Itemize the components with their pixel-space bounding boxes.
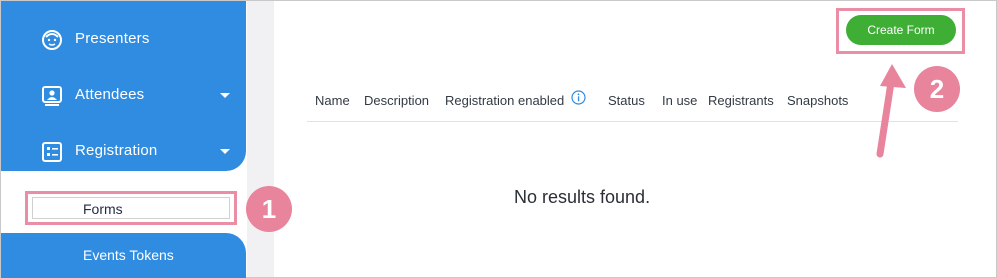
- sidebar-item-attendees[interactable]: Attendees: [1, 75, 246, 115]
- sidebar-subitem-forms[interactable]: Forms: [83, 201, 123, 217]
- annotation-arrow-icon: [876, 64, 906, 158]
- content-gutter: [247, 1, 274, 277]
- column-header-in-use[interactable]: In use: [662, 93, 697, 108]
- face-icon: [42, 30, 62, 50]
- registration-list-icon: [42, 142, 62, 162]
- column-header-registration-enabled[interactable]: Registration enabled: [445, 93, 564, 108]
- column-header-description[interactable]: Description: [364, 93, 429, 108]
- sidebar-item-presenters[interactable]: Presenters: [1, 19, 246, 59]
- empty-state-message: No results found.: [514, 187, 651, 207]
- column-header-status[interactable]: Status: [608, 93, 645, 108]
- forms-highlight-box: [25, 191, 237, 225]
- table-header-divider: [307, 121, 958, 122]
- column-header-snapshots[interactable]: Snapshots: [787, 93, 848, 108]
- sidebar-item-label: Attendees: [75, 86, 145, 103]
- chevron-down-icon[interactable]: [220, 93, 230, 98]
- sidebar-item-registration[interactable]: Registration: [1, 131, 246, 171]
- sidebar-item-label: Presenters: [75, 30, 150, 47]
- create-form-button[interactable]: Create Form: [846, 15, 956, 45]
- info-icon[interactable]: [571, 90, 586, 105]
- forms-selected-frame: [32, 197, 230, 219]
- sidebar-item-label: Registration: [75, 142, 158, 159]
- annotation-badge-1: 1: [246, 186, 292, 232]
- column-header-name[interactable]: Name: [315, 93, 350, 108]
- chevron-down-icon[interactable]: [220, 149, 230, 154]
- sidebar-subitem-events-tokens[interactable]: Events Tokens: [83, 247, 174, 263]
- sidebar: Presenters Attendees Registration Forms …: [1, 1, 246, 278]
- column-header-registrants[interactable]: Registrants: [708, 93, 774, 108]
- attendees-icon: [42, 86, 62, 106]
